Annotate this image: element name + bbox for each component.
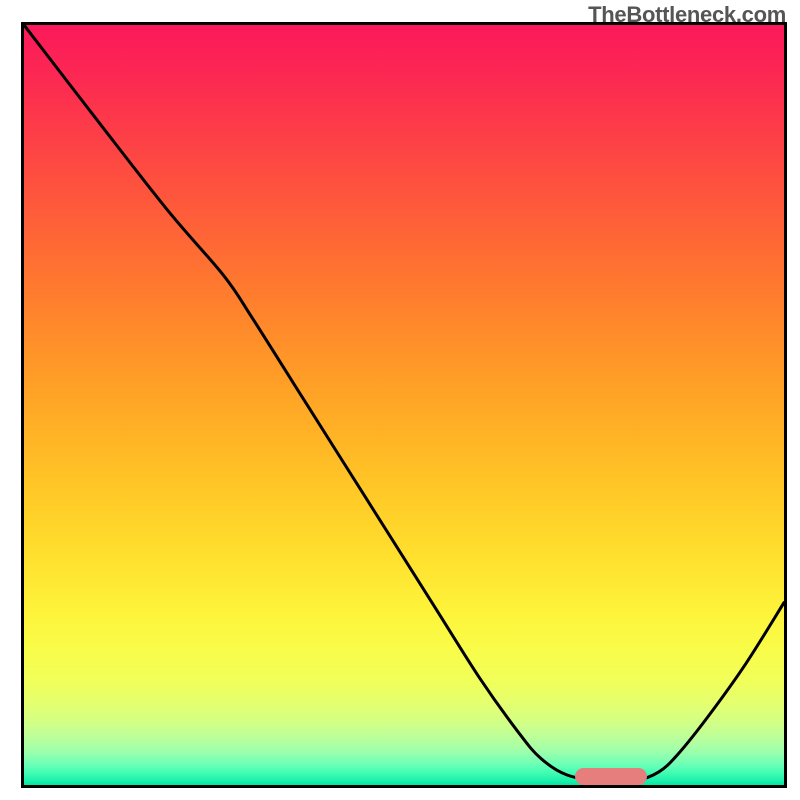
bottleneck-curve — [24, 25, 784, 785]
chart-container: TheBottleneck.com — [0, 0, 800, 800]
plot-frame — [21, 22, 787, 788]
plot-area — [24, 25, 784, 785]
optimal-range-marker — [575, 768, 647, 785]
